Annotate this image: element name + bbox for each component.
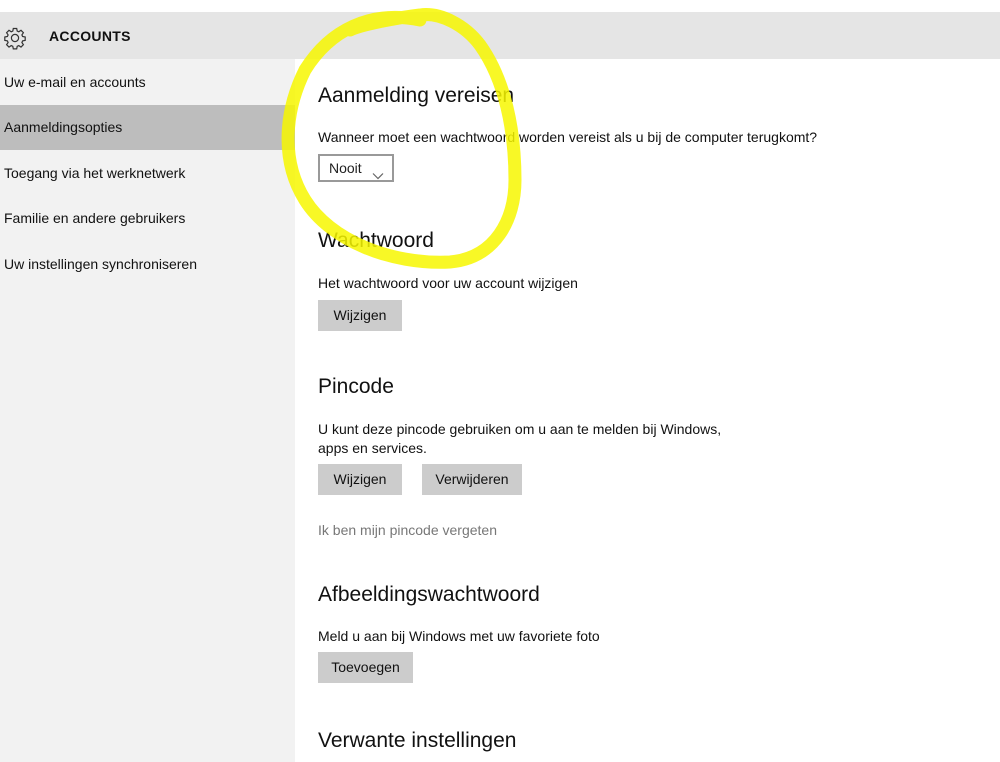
remove-pin-button[interactable]: Verwijderen: [422, 464, 522, 495]
forgot-pin-link[interactable]: Ik ben mijn pincode vergeten: [318, 522, 497, 538]
sidebar: Uw e-mail en accounts Aanmeldingsopties …: [0, 59, 295, 762]
page-title: ACCOUNTS: [49, 28, 131, 44]
gear-icon[interactable]: [3, 26, 27, 50]
related-settings-title: Verwante instellingen: [318, 729, 517, 752]
picture-password-section-title: Afbeeldingswachtwoord: [318, 583, 540, 606]
pin-description-line2: apps en services.: [318, 440, 427, 456]
sidebar-item-work-access[interactable]: Toegang via het werknetwerk: [0, 151, 295, 196]
sidebar-item-sync-settings[interactable]: Uw instellingen synchroniseren: [0, 242, 295, 287]
change-password-button[interactable]: Wijzigen: [318, 300, 402, 331]
chevron-down-icon: [372, 163, 384, 180]
sidebar-item-email-accounts[interactable]: Uw e-mail en accounts: [0, 60, 295, 105]
change-pin-button[interactable]: Wijzigen: [318, 464, 402, 495]
pin-section-title: Pincode: [318, 375, 394, 398]
picture-password-description: Meld u aan bij Windows met uw favoriete …: [318, 628, 600, 644]
password-section-title: Wachtwoord: [318, 229, 434, 252]
add-picture-password-button[interactable]: Toevoegen: [318, 652, 413, 683]
sidebar-item-signin-options[interactable]: Aanmeldingsopties: [0, 105, 295, 150]
password-description: Het wachtwoord voor uw account wijzigen: [318, 275, 578, 291]
main-content: Aanmelding vereisen Wanneer moet een wac…: [295, 59, 1000, 762]
signin-section-title: Aanmelding vereisen: [318, 84, 515, 107]
dropdown-value: Nooit: [329, 160, 362, 176]
require-signin-dropdown[interactable]: Nooit: [318, 154, 394, 182]
app-header: ACCOUNTS: [0, 12, 1000, 59]
window-top-strip: [0, 0, 1000, 12]
sidebar-item-family-users[interactable]: Familie en andere gebruikers: [0, 196, 295, 241]
pin-description-line1: U kunt deze pincode gebruiken om u aan t…: [318, 421, 722, 437]
signin-question: Wanneer moet een wachtwoord worden verei…: [318, 129, 818, 145]
